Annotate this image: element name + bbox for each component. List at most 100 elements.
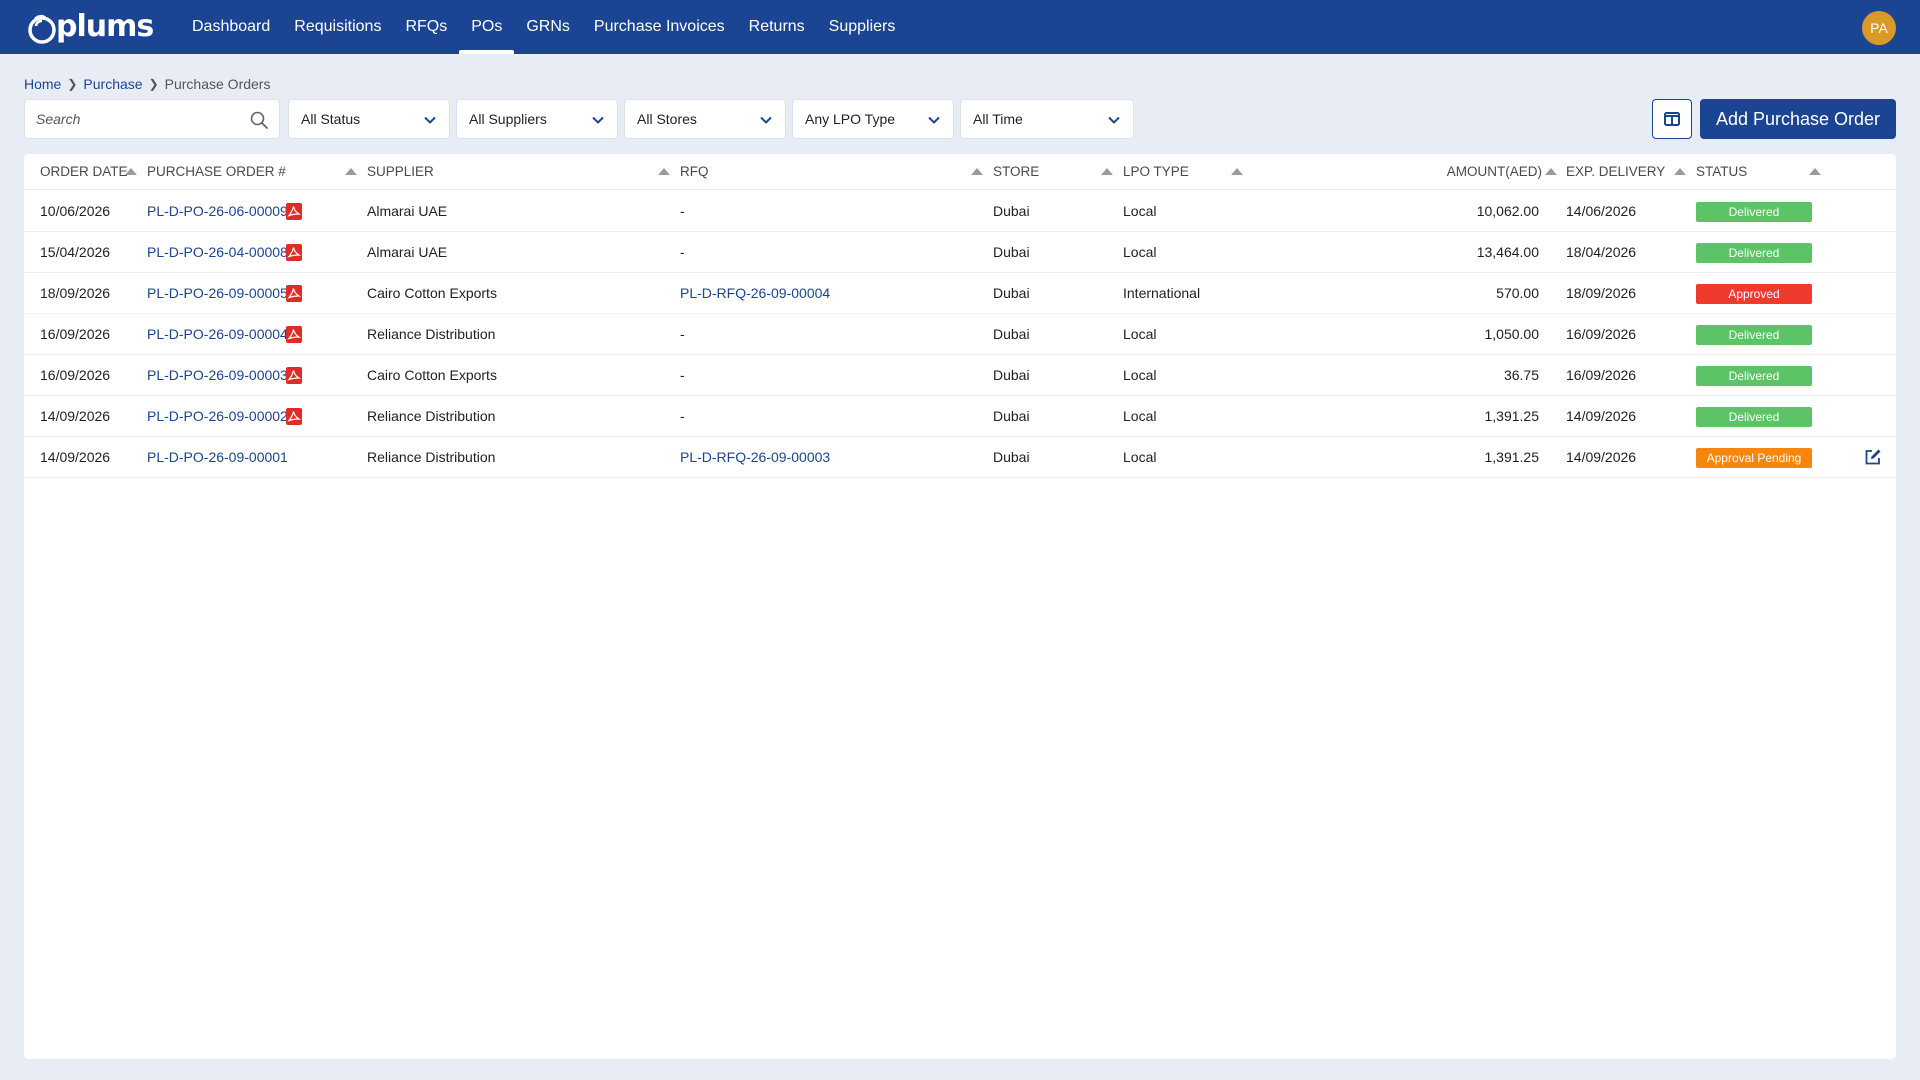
order-date-cell: 14/09/2026	[40, 449, 111, 465]
nav-requisitions[interactable]: Requisitions	[282, 0, 393, 54]
sort-store-icon[interactable]	[1101, 168, 1113, 175]
order-date-cell: 14/09/2026	[40, 408, 111, 424]
table-row[interactable]: 16/09/2026 PL-D-PO-26-09-00003 Cairo Cotto…	[24, 355, 1896, 396]
status-badge: Delivered	[1696, 325, 1812, 345]
nav-grns[interactable]: GRNs	[514, 0, 582, 54]
stores-filter-value: All Stores	[637, 111, 697, 127]
store-cell: Dubai	[993, 449, 1030, 465]
exp-delivery-cell: 16/09/2026	[1566, 367, 1637, 383]
po-number-link[interactable]: PL-D-PO-26-09-00005	[147, 273, 288, 313]
sort-order-date-icon[interactable]	[125, 168, 137, 175]
po-number-link[interactable]: PL-D-PO-26-04-00008	[147, 232, 288, 272]
supplier-cell: Cairo Cotton Exports	[367, 285, 497, 301]
user-avatar[interactable]: PA	[1862, 11, 1896, 45]
table-row[interactable]: 15/04/2026 PL-D-PO-26-04-00008 Almarai UAE…	[24, 232, 1896, 273]
lpo-type-filter[interactable]: Any LPO Type	[792, 99, 954, 139]
lpo-type-cell: Local	[1123, 449, 1157, 465]
exp-delivery-cell: 14/06/2026	[1566, 203, 1637, 219]
columns-icon	[1664, 112, 1680, 126]
order-date-cell: 16/09/2026	[40, 367, 111, 383]
exp-delivery-cell: 18/09/2026	[1566, 285, 1637, 301]
chevron-right-icon: ❯	[148, 77, 159, 91]
po-number-link[interactable]: PL-D-PO-26-09-00004	[147, 314, 288, 354]
time-filter[interactable]: All Time	[960, 99, 1134, 139]
rfq-cell: -	[680, 367, 685, 383]
logo-text: plums	[56, 9, 154, 44]
add-purchase-order-button[interactable]: Add Purchase Order	[1700, 99, 1896, 139]
column-settings-button[interactable]	[1652, 99, 1692, 139]
store-cell: Dubai	[993, 244, 1030, 260]
header-store: STORE	[993, 164, 1040, 179]
supplier-cell: Cairo Cotton Exports	[367, 367, 497, 383]
status-badge: Delivered	[1696, 407, 1812, 427]
store-cell: Dubai	[993, 367, 1030, 383]
nav-pos[interactable]: POs	[459, 0, 515, 54]
breadcrumb-home[interactable]: Home	[24, 76, 61, 92]
pdf-icon[interactable]	[286, 244, 302, 261]
po-number-link[interactable]: PL-D-PO-26-09-00002	[147, 396, 288, 436]
nav-dashboard[interactable]: Dashboard	[180, 0, 282, 54]
order-date-cell: 16/09/2026	[40, 326, 111, 342]
header-order-date: ORDER DATE	[40, 164, 128, 179]
amount-cell: 570.00	[1496, 285, 1539, 301]
nav-returns[interactable]: Returns	[737, 0, 817, 54]
amount-cell: 1,050.00	[1484, 326, 1540, 342]
header-supplier: SUPPLIER	[367, 164, 434, 179]
sort-rfq-icon[interactable]	[971, 168, 983, 175]
suppliers-filter-value: All Suppliers	[469, 111, 547, 127]
rfq-link[interactable]: PL-D-RFQ-26-09-00004	[680, 273, 830, 313]
rfq-link[interactable]: PL-D-RFQ-26-09-00003	[680, 437, 830, 477]
table-row[interactable]: 18/09/2026 PL-D-PO-26-09-00005 Cairo Cotto…	[24, 273, 1896, 314]
pdf-icon[interactable]	[286, 367, 302, 384]
status-filter[interactable]: All Status	[288, 99, 450, 139]
lpo-type-cell: Local	[1123, 367, 1157, 383]
breadcrumb-current: Purchase Orders	[164, 76, 271, 92]
header-po-number: PURCHASE ORDER #	[147, 164, 286, 179]
table-row[interactable]: 16/09/2026 PL-D-PO-26-09-00004 Reliance Di…	[24, 314, 1896, 355]
suppliers-filter[interactable]: All Suppliers	[456, 99, 618, 139]
sort-amount-icon[interactable]	[1545, 168, 1557, 175]
breadcrumb-purchase[interactable]: Purchase	[83, 76, 142, 92]
search-icon[interactable]	[249, 110, 269, 130]
exp-delivery-cell: 18/04/2026	[1566, 244, 1637, 260]
stores-filter[interactable]: All Stores	[624, 99, 786, 139]
po-number-link[interactable]: PL-D-PO-26-06-00009	[147, 191, 288, 231]
sort-po-number-icon[interactable]	[345, 168, 357, 175]
amount-cell: 1,391.25	[1484, 408, 1540, 424]
po-number-link[interactable]: PL-D-PO-26-09-00003	[147, 355, 288, 395]
purchase-orders-table: ORDER DATE PURCHASE ORDER # SUPPLIER RFQ…	[24, 154, 1896, 1059]
plums-logo[interactable]: plums	[24, 9, 154, 45]
sort-lpo-type-icon[interactable]	[1231, 168, 1243, 175]
exp-delivery-cell: 14/09/2026	[1566, 408, 1637, 424]
status-badge: Delivered	[1696, 366, 1812, 386]
table-row[interactable]: 10/06/2026 PL-D-PO-26-06-00009 Almarai UAE…	[24, 191, 1896, 232]
pdf-icon[interactable]	[286, 203, 302, 220]
sort-status-icon[interactable]	[1809, 168, 1821, 175]
sort-supplier-icon[interactable]	[658, 168, 670, 175]
nav-suppliers[interactable]: Suppliers	[817, 0, 908, 54]
rfq-cell: -	[680, 326, 685, 342]
pdf-icon[interactable]	[286, 326, 302, 343]
table-row[interactable]: 14/09/2026 PL-D-PO-26-09-00002 Reliance Di…	[24, 396, 1896, 437]
lpo-type-filter-value: Any LPO Type	[805, 111, 896, 127]
pdf-icon[interactable]	[286, 408, 302, 425]
lpo-type-cell: Local	[1123, 408, 1157, 424]
nav-purchase-invoices[interactable]: Purchase Invoices	[582, 0, 737, 54]
pdf-icon[interactable]	[286, 285, 302, 302]
po-number-link[interactable]: PL-D-PO-26-09-00001	[147, 437, 288, 477]
top-navigation-bar: plums Dashboard Requisitions RFQs POs GR…	[0, 0, 1920, 54]
sort-exp-delivery-icon[interactable]	[1674, 168, 1686, 175]
table-row[interactable]: 14/09/2026 PL-D-PO-26-09-00001 Reliance Di…	[24, 437, 1896, 478]
supplier-cell: Reliance Distribution	[367, 449, 496, 465]
main-nav: Dashboard Requisitions RFQs POs GRNs Pur…	[180, 0, 907, 54]
lpo-type-cell: International	[1123, 285, 1201, 301]
header-rfq: RFQ	[680, 164, 709, 179]
header-lpo-type: LPO TYPE	[1123, 164, 1189, 179]
nav-rfqs[interactable]: RFQs	[393, 0, 459, 54]
edit-icon[interactable]	[1864, 448, 1882, 466]
status-filter-value: All Status	[301, 111, 361, 127]
lpo-type-cell: Local	[1123, 203, 1157, 219]
rfq-cell: -	[680, 244, 685, 260]
lpo-type-cell: Local	[1123, 244, 1157, 260]
search-input[interactable]	[25, 100, 235, 138]
